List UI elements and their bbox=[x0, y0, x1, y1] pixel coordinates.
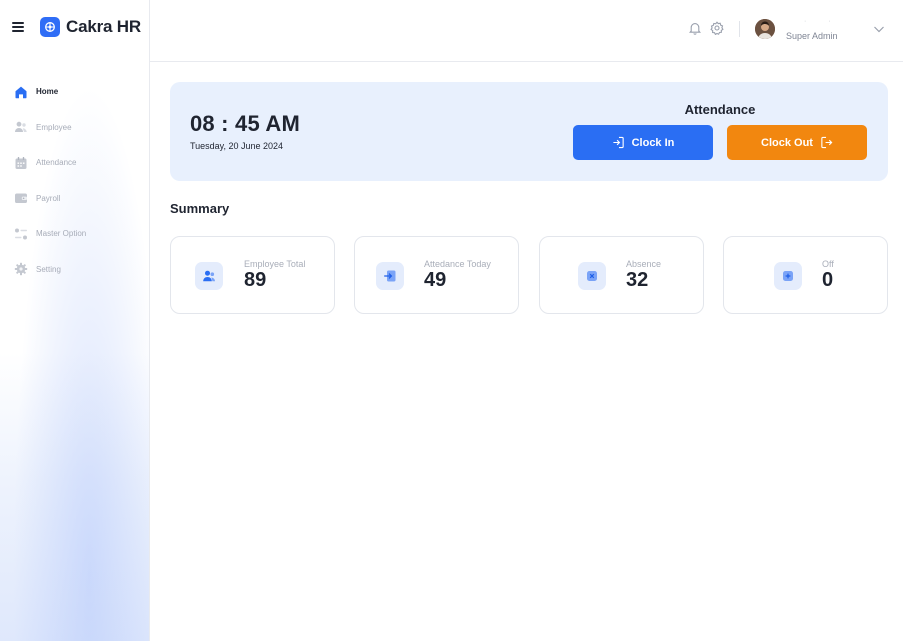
users-icon bbox=[195, 262, 223, 290]
stat-label: Employee Total bbox=[244, 259, 306, 269]
sidebar-item-attendance[interactable]: Attendance bbox=[0, 145, 150, 181]
login-icon bbox=[376, 262, 404, 290]
sidebar-item-label: Attendance bbox=[36, 158, 77, 168]
user-role: Super Admin bbox=[786, 31, 838, 41]
avatar[interactable] bbox=[755, 19, 775, 39]
attendance-title: Attendance bbox=[684, 102, 756, 117]
sidebar-item-employee[interactable]: Employee bbox=[0, 110, 150, 146]
stat-value: 89 bbox=[244, 269, 267, 291]
top-bar: ·· Super Admin bbox=[150, 0, 903, 62]
calendar-icon bbox=[14, 156, 28, 170]
bell-icon[interactable] bbox=[688, 21, 702, 35]
stat-label: Absence bbox=[626, 259, 662, 269]
header-divider bbox=[739, 21, 740, 37]
stat-card-absence[interactable]: Absence 32 bbox=[539, 236, 704, 314]
stat-card-attendance-today[interactable]: Attedance Today 49 bbox=[354, 236, 519, 314]
clock-in-button[interactable]: Clock In bbox=[573, 125, 713, 160]
current-date: Tuesday, 20 June 2024 bbox=[190, 141, 284, 151]
stat-label: Attedance Today bbox=[424, 259, 491, 269]
brand: Cakra HR bbox=[12, 16, 141, 38]
stat-card-employee-total[interactable]: Employee Total 89 bbox=[170, 236, 335, 314]
chevron-down-icon[interactable] bbox=[872, 22, 886, 36]
users-icon bbox=[14, 120, 28, 134]
sidebar-item-home[interactable]: Home bbox=[0, 74, 150, 110]
options-icon bbox=[14, 227, 28, 241]
summary-title: Summary bbox=[170, 201, 230, 216]
sidebar-item-payroll[interactable]: Payroll bbox=[0, 181, 150, 217]
stat-card-off[interactable]: Off 0 bbox=[723, 236, 888, 314]
logo-icon bbox=[40, 17, 60, 37]
sidebar-item-label: Employee bbox=[36, 122, 72, 132]
plus-icon bbox=[774, 262, 802, 290]
clock-out-button[interactable]: Clock Out bbox=[727, 125, 867, 160]
settings-icon[interactable] bbox=[710, 21, 724, 36]
stat-label: Off bbox=[822, 259, 834, 269]
wallet-icon bbox=[14, 191, 28, 205]
menu-icon[interactable] bbox=[12, 22, 24, 32]
app-name: Cakra HR bbox=[66, 17, 141, 36]
current-time: 08 : 45 AM bbox=[190, 111, 301, 136]
home-icon bbox=[14, 85, 28, 99]
sidebar-item-label: Payroll bbox=[36, 193, 61, 203]
stat-value: 0 bbox=[822, 269, 834, 291]
stat-value: 32 bbox=[626, 269, 649, 291]
sidebar-nav: Home Employee Attendance Payroll Master … bbox=[0, 74, 150, 287]
sidebar-item-setting[interactable]: Setting bbox=[0, 252, 150, 288]
attendance-card: 08 : 45 AM Tuesday, 20 June 2024 Attenda… bbox=[170, 82, 888, 181]
sidebar-item-label: Home bbox=[36, 87, 59, 97]
user-name-placeholder: ·· bbox=[804, 18, 853, 25]
x-icon bbox=[578, 262, 606, 290]
sidebar-item-label: Master Option bbox=[36, 229, 87, 239]
gear-icon bbox=[14, 262, 28, 276]
login-icon bbox=[612, 136, 624, 149]
stat-value: 49 bbox=[424, 269, 447, 291]
clock-out-label: Clock Out bbox=[761, 136, 813, 149]
logout-icon bbox=[821, 136, 833, 149]
clock-in-label: Clock In bbox=[631, 136, 675, 149]
sidebar-item-master-option[interactable]: Master Option bbox=[0, 216, 150, 252]
sidebar: Cakra HR Home Employee Attendance Payrol… bbox=[0, 0, 150, 641]
sidebar-item-label: Setting bbox=[36, 264, 61, 274]
